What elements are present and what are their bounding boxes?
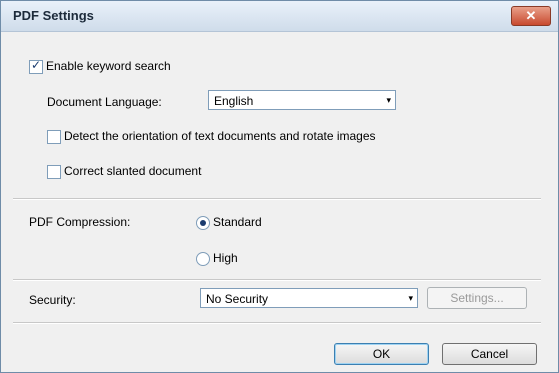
security-label: Security: <box>29 293 76 307</box>
document-language-label: Document Language: <box>47 95 162 109</box>
detect-orientation-label[interactable]: Detect the orientation of text documents… <box>64 129 376 143</box>
separator <box>13 322 541 324</box>
compression-high-radio[interactable] <box>196 252 210 266</box>
title-bar: PDF Settings ✕ <box>1 1 558 32</box>
compression-standard-radio[interactable] <box>196 216 210 230</box>
compression-standard-label[interactable]: Standard <box>213 215 262 229</box>
compression-high-label[interactable]: High <box>213 251 238 265</box>
security-select[interactable]: No Security ▾ <box>200 288 418 308</box>
cancel-button[interactable]: Cancel <box>442 343 537 365</box>
security-value: No Security <box>206 292 269 306</box>
correct-slanted-label[interactable]: Correct slanted document <box>64 164 201 178</box>
close-icon[interactable]: ✕ <box>511 6 551 26</box>
enable-keyword-search-label[interactable]: Enable keyword search <box>46 59 171 73</box>
chevron-down-icon: ▾ <box>408 293 413 303</box>
chevron-down-icon: ▾ <box>386 95 391 105</box>
document-language-value: English <box>214 94 254 108</box>
ok-button[interactable]: OK <box>334 343 429 365</box>
pdf-compression-label: PDF Compression: <box>29 215 131 229</box>
enable-keyword-search-checkbox[interactable] <box>29 58 43 74</box>
pdf-settings-dialog: PDF Settings ✕ Enable keyword search Doc… <box>0 0 559 373</box>
dialog-title: PDF Settings <box>13 8 94 23</box>
separator <box>13 279 541 281</box>
detect-orientation-checkbox[interactable] <box>47 130 61 144</box>
correct-slanted-checkbox[interactable] <box>47 165 61 179</box>
security-settings-button[interactable]: Settings... <box>427 287 527 309</box>
separator <box>13 198 541 200</box>
document-language-select[interactable]: English ▾ <box>208 90 396 110</box>
